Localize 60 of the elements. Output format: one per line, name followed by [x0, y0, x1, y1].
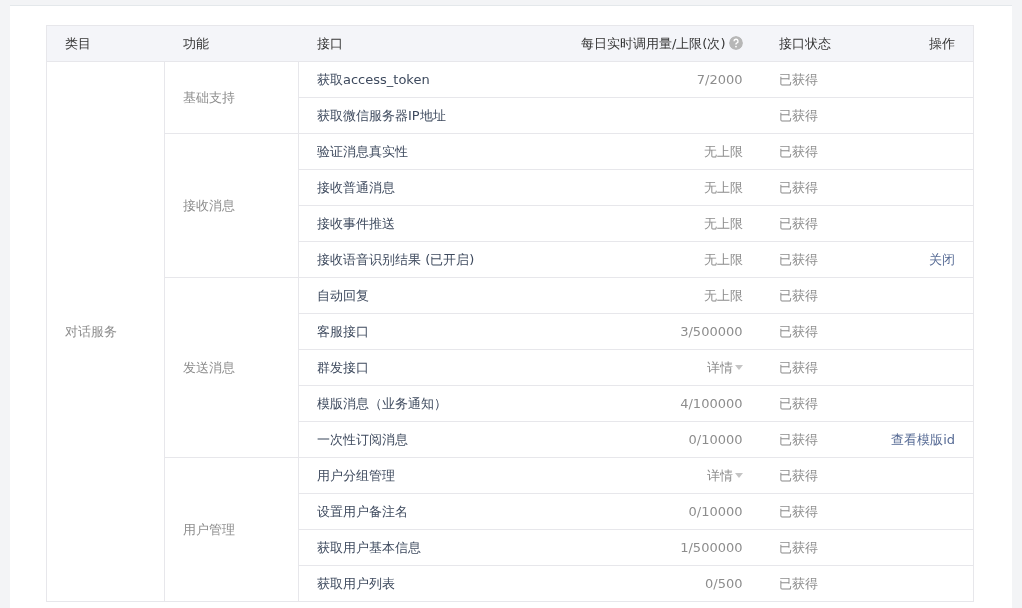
interface-cell: 模版消息（业务通知） — [298, 385, 561, 422]
details-dropdown[interactable]: 详情 — [706, 467, 743, 483]
status-cell: 已获得 — [760, 205, 871, 242]
usage-cell: 无上限 — [560, 133, 761, 170]
status-cell: 已获得 — [760, 349, 871, 386]
column-header: 接口 — [298, 25, 561, 62]
status-cell: 已获得 — [760, 277, 871, 314]
interface-cell: 一次性订阅消息 — [298, 421, 561, 458]
usage-cell: 0/10000 — [560, 421, 761, 458]
usage-cell: 无上限 — [560, 205, 761, 242]
usage-cell: 7/2000 — [560, 61, 761, 98]
status-cell: 已获得 — [760, 97, 871, 134]
usage-cell: 无上限 — [560, 241, 761, 278]
status-cell: 已获得 — [760, 529, 871, 566]
status-cell: 已获得 — [760, 61, 871, 98]
action-link[interactable]: 查看模版id — [891, 431, 955, 447]
interface-cell: 自动回复 — [298, 277, 561, 314]
status-cell: 已获得 — [760, 421, 871, 458]
action-link[interactable]: 关闭 — [929, 251, 955, 267]
interface-cell: 获取微信服务器IP地址 — [298, 97, 561, 134]
interface-cell: 客服接口 — [298, 313, 561, 350]
interface-cell: 验证消息真实性 — [298, 133, 561, 170]
help-icon[interactable] — [728, 35, 743, 50]
status-cell: 已获得 — [760, 313, 871, 350]
usage-cell: 1/500000 — [560, 529, 761, 566]
interface-cell: 接收语音识别结果 (已开启) — [298, 241, 561, 278]
interface-cell: 接收普通消息 — [298, 169, 561, 206]
details-dropdown[interactable]: 详情 — [706, 359, 743, 375]
function-cell: 接收消息 — [164, 133, 299, 278]
column-header: 每日实时调用量/上限(次) — [560, 25, 761, 62]
usage-cell: 0/10000 — [560, 493, 761, 530]
interface-cell: 群发接口 — [298, 349, 561, 386]
interface-cell: 获取用户列表 — [298, 565, 561, 602]
interface-cell: 接收事件推送 — [298, 205, 561, 242]
column-header: 类目 — [46, 25, 165, 62]
status-cell: 已获得 — [760, 457, 871, 494]
interface-cell: 设置用户备注名 — [298, 493, 561, 530]
status-cell: 已获得 — [760, 565, 871, 602]
interface-cell: 用户分组管理 — [298, 457, 561, 494]
status-cell: 已获得 — [760, 493, 871, 530]
usage-cell: 0/500 — [560, 565, 761, 602]
status-cell: 已获得 — [760, 385, 871, 422]
status-cell: 已获得 — [760, 133, 871, 170]
function-cell: 用户管理 — [164, 457, 299, 602]
function-cell: 基础支持 — [164, 61, 299, 134]
interface-cell: 获取access_token — [298, 61, 561, 98]
column-header: 操作 — [870, 25, 974, 62]
function-cell: 发送消息 — [164, 277, 299, 458]
category-cell: 对话服务 — [46, 61, 165, 602]
usage-cell: 无上限 — [560, 277, 761, 314]
status-cell: 已获得 — [760, 169, 871, 206]
usage-cell: 3/500000 — [560, 313, 761, 350]
interface-cell: 获取用户基本信息 — [298, 529, 561, 566]
caret-icon — [734, 472, 743, 478]
column-header: 接口状态 — [760, 25, 871, 62]
caret-icon — [734, 364, 743, 370]
status-cell: 已获得 — [760, 241, 871, 278]
column-header: 功能 — [164, 25, 299, 62]
usage-cell: 4/100000 — [560, 385, 761, 422]
usage-cell: 无上限 — [560, 169, 761, 206]
